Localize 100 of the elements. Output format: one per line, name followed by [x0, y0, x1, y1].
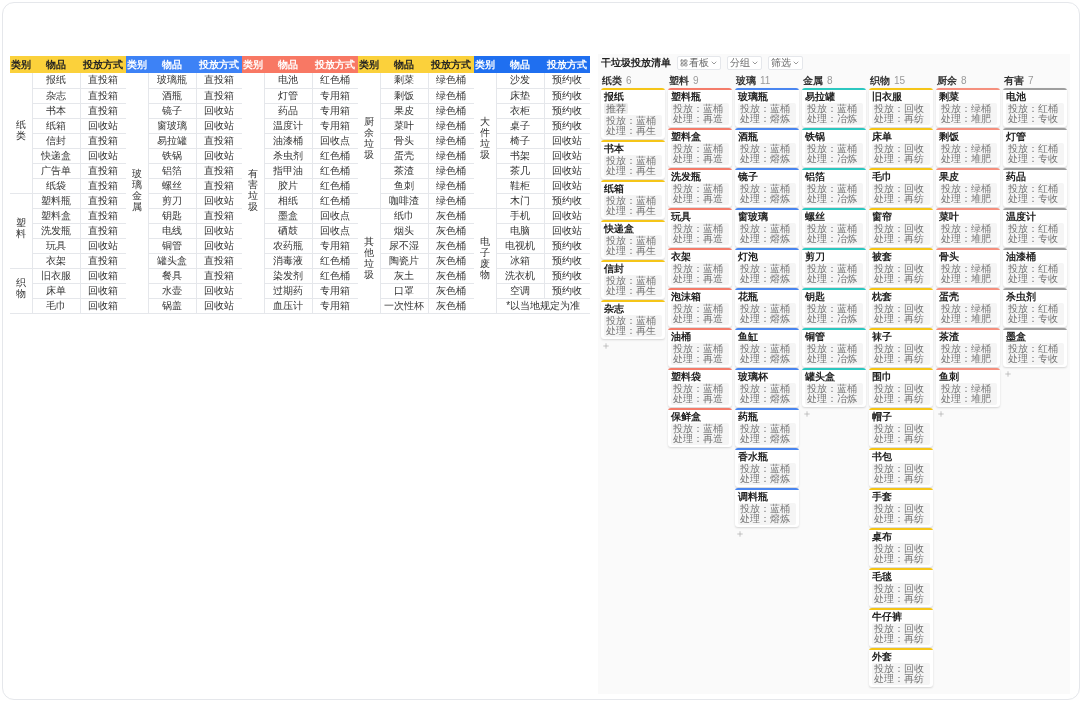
toolbar-dropdown[interactable]: 筛选: [768, 56, 803, 70]
table-cell: 油漆桶: [264, 133, 312, 148]
board-card[interactable]: 花瓶 投放：蓝桶 处理：熔炼: [735, 288, 799, 327]
board-card[interactable]: 报纸 推荐 投放：蓝桶 处理：再生: [601, 88, 665, 139]
board-card[interactable]: 菜叶 投放：绿桶 处理：堆肥: [936, 208, 1000, 247]
board-card[interactable]: 塑料瓶 投放：蓝桶 处理：再造: [668, 88, 732, 127]
color-stripe: [668, 408, 732, 410]
card-detail: 投放：绿桶: [941, 224, 992, 234]
toolbar-dropdown[interactable]: 分组: [727, 56, 762, 70]
board-card[interactable]: 电池 投放：红桶 处理：专收: [1003, 88, 1067, 127]
board-card[interactable]: 灯泡 投放：蓝桶 处理：熔炼: [735, 248, 799, 287]
add-card-button[interactable]: [936, 409, 946, 419]
board-card[interactable]: 塑料盒 投放：蓝桶 处理：再造: [668, 128, 732, 167]
color-stripe: [735, 248, 799, 250]
board-card[interactable]: 衣架 投放：蓝桶 处理：再造: [668, 248, 732, 287]
board-card[interactable]: 易拉罐 投放：蓝桶 处理：冶炼: [802, 88, 866, 127]
board-card[interactable]: 保鲜盒 投放：蓝桶 处理：再造: [668, 408, 732, 447]
board-card[interactable]: 铝箔 投放：蓝桶 处理：冶炼: [802, 168, 866, 207]
board-card[interactable]: 袜子 投放：回收 处理：再纺: [869, 328, 933, 367]
board-card[interactable]: 外套 投放：回收 处理：再纺: [869, 648, 933, 687]
board-card[interactable]: 油桶 投放：蓝桶 处理：再造: [668, 328, 732, 367]
board-card[interactable]: 信封 投放：蓝桶 处理：再生: [601, 260, 665, 299]
board-card[interactable]: 鱼缸 投放：蓝桶 处理：熔炼: [735, 328, 799, 367]
board-card[interactable]: 灯管 投放：红桶 处理：专收: [1003, 128, 1067, 167]
board-card[interactable]: 桌布 投放：回收 处理：再纺: [869, 528, 933, 567]
board-card[interactable]: 牛仔裤 投放：回收 处理：再纺: [869, 608, 933, 647]
card-title: 灯管: [1006, 132, 1026, 142]
board-card[interactable]: 剪刀 投放：蓝桶 处理：冶炼: [802, 248, 866, 287]
board-card[interactable]: 毛巾 投放：回收 处理：再纺: [869, 168, 933, 207]
board-card[interactable]: 油漆桶 投放：红桶 处理：专收: [1003, 248, 1067, 287]
board-card[interactable]: 毛毯 投放：回收 处理：再纺: [869, 568, 933, 607]
table-cell: 直投箱: [80, 133, 126, 148]
board-card[interactable]: 窗帘 投放：回收 处理：再纺: [869, 208, 933, 247]
card-detail: 处理：专收: [1008, 114, 1059, 124]
board-card[interactable]: 窗玻璃 投放：蓝桶 处理：熔炼: [735, 208, 799, 247]
category-label: 塑料: [15, 217, 26, 239]
board-card[interactable]: 帽子 投放：回收 处理：再纺: [869, 408, 933, 447]
board-card[interactable]: 酒瓶 投放：蓝桶 处理：熔炼: [735, 128, 799, 167]
board-card[interactable]: 骨头 投放：绿桶 处理：堆肥: [936, 248, 1000, 287]
table-cell: 指甲油: [264, 163, 312, 178]
board-card[interactable]: 杂志 投放：蓝桶 处理：再生: [601, 300, 665, 339]
add-card-button[interactable]: [735, 529, 745, 539]
board-card[interactable]: 药品 投放：红桶 处理：专收: [1003, 168, 1067, 207]
card-title: 洗发瓶: [671, 172, 701, 182]
board-card[interactable]: 洗发瓶 投放：蓝桶 处理：再造: [668, 168, 732, 207]
board-card[interactable]: 旧衣服 投放：回收 处理：再纺: [869, 88, 933, 127]
color-stripe: [668, 288, 732, 290]
board-card[interactable]: 玩具 投放：蓝桶 处理：再造: [668, 208, 732, 247]
card-title: 杂志: [604, 304, 624, 314]
add-card-button[interactable]: [601, 341, 611, 351]
board-card[interactable]: 床单 投放：回收 处理：再纺: [869, 128, 933, 167]
board-card[interactable]: 杀虫剂 投放：红桶 处理：专收: [1003, 288, 1067, 327]
table-cell: 铝箔: [148, 163, 196, 178]
board-card[interactable]: 果皮 投放：绿桶 处理：堆肥: [936, 168, 1000, 207]
card-detail: 处理：熔炼: [740, 154, 791, 164]
board-card[interactable]: 茶渣 投放：绿桶 处理：堆肥: [936, 328, 1000, 367]
card-detail: 投放：蓝桶: [807, 344, 858, 354]
card-count: 8: [961, 75, 967, 87]
color-stripe: [1003, 248, 1067, 250]
board-card[interactable]: 钥匙 投放：蓝桶 处理：冶炼: [802, 288, 866, 327]
board-card[interactable]: 鱼刺 投放：绿桶 处理：堆肥: [936, 368, 1000, 407]
board-card[interactable]: 围巾 投放：回收 处理：再纺: [869, 368, 933, 407]
column-title: 金属: [803, 75, 823, 87]
board-card[interactable]: 螺丝 投放：蓝桶 处理：冶炼: [802, 208, 866, 247]
column-header: 类别: [242, 56, 264, 73]
board-card[interactable]: 铁锅 投放：蓝桶 处理：冶炼: [802, 128, 866, 167]
card-detail: 投放：回收: [874, 464, 925, 474]
table-cell: 预约收: [544, 73, 590, 88]
board-card[interactable]: 玻璃杯 投放：蓝桶 处理：熔炼: [735, 368, 799, 407]
board-card[interactable]: 被套 投放：回收 处理：再纺: [869, 248, 933, 287]
board-card[interactable]: 枕套 投放：回收 处理：再纺: [869, 288, 933, 327]
board-card[interactable]: 剩饭 投放：绿桶 处理：堆肥: [936, 128, 1000, 167]
table-cell: 床垫: [496, 88, 544, 103]
add-card-button[interactable]: [802, 409, 812, 419]
card-detail: 处理：再生: [606, 246, 657, 256]
board-card[interactable]: 罐头盒 投放：蓝桶 处理：冶炼: [802, 368, 866, 407]
board-card[interactable]: 香水瓶 投放：蓝桶 处理：熔炼: [735, 448, 799, 487]
board-card[interactable]: 纸箱 投放：蓝桶 处理：再生: [601, 180, 665, 219]
table-cell: 旧衣服: [32, 268, 80, 283]
board-card[interactable]: 塑料袋 投放：蓝桶 处理：再造: [668, 368, 732, 407]
board-card[interactable]: 剩菜 投放：绿桶 处理：堆肥: [936, 88, 1000, 127]
board-card[interactable]: 温度计 投放：红桶 处理：专收: [1003, 208, 1067, 247]
board-card[interactable]: 镜子 投放：蓝桶 处理：熔炼: [735, 168, 799, 207]
board-card[interactable]: 书包 投放：回收 处理：再纺: [869, 448, 933, 487]
board-card[interactable]: 药瓶 投放：蓝桶 处理：熔炼: [735, 408, 799, 447]
board-card[interactable]: 快递盒 投放：蓝桶 处理：再生: [601, 220, 665, 259]
add-card-button[interactable]: [1003, 369, 1013, 379]
board-card[interactable]: 调料瓶 投放：蓝桶 处理：熔炼: [735, 488, 799, 527]
board-card[interactable]: 玻璃瓶 投放：蓝桶 处理：熔炼: [735, 88, 799, 127]
board-card[interactable]: 泡沫箱 投放：蓝桶 处理：再造: [668, 288, 732, 327]
board-card[interactable]: 手套 投放：回收 处理：再纺: [869, 488, 933, 527]
table-cell: 快递盒: [32, 148, 80, 163]
board-card[interactable]: 铜管 投放：蓝桶 处理：冶炼: [802, 328, 866, 367]
board-card[interactable]: 蛋壳 投放：绿桶 处理：堆肥: [936, 288, 1000, 327]
table-cell: 灰色桶: [428, 238, 474, 253]
board-card[interactable]: 墨盒 投放：红桶 处理：专收: [1003, 328, 1067, 367]
table-cell: 专用箱: [312, 283, 358, 298]
table-cell: 回收站: [544, 208, 590, 223]
board-card[interactable]: 书本 投放：蓝桶 处理：再生: [601, 140, 665, 179]
toolbar-dropdown[interactable]: 看板: [677, 56, 721, 70]
